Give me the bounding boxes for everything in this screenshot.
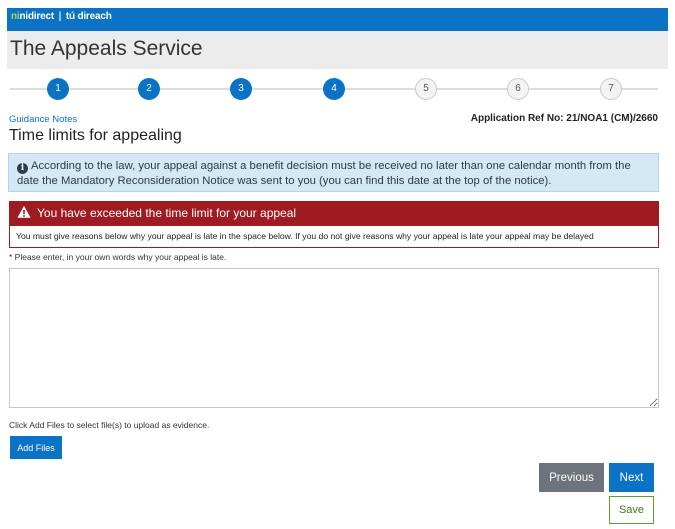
warning-heading: You have exceeded the time limit for you…	[37, 206, 297, 220]
step-5: 5	[415, 78, 437, 100]
site-header-bar: ninidirect | tú direach	[7, 8, 668, 31]
previous-button[interactable]: Previous	[539, 463, 604, 492]
info-text: According to the law, your appeal agains…	[17, 160, 631, 187]
step-6: 6	[507, 78, 529, 100]
warning-header: You have exceeded the time limit for you…	[9, 201, 659, 225]
guidance-notes-link[interactable]: Guidance Notes	[9, 114, 77, 125]
add-files-instructions: Click Add Files to select file(s) to upl…	[9, 420, 210, 430]
step-2[interactable]: 2	[138, 78, 160, 100]
add-files-button[interactable]: Add Files	[10, 436, 62, 459]
reason-field-label: * Please enter, in your own words why yo…	[9, 252, 227, 262]
service-title-bar: The Appeals Service	[7, 31, 668, 69]
info-icon: i	[17, 163, 28, 174]
logo-primary-text: nidirect	[19, 11, 55, 22]
warning-triangle-icon	[17, 205, 31, 218]
late-reason-textarea[interactable]	[9, 268, 659, 408]
step-4[interactable]: 4	[323, 78, 345, 100]
warning-body: You must give reasons below why your app…	[9, 225, 659, 248]
info-box: i According to the law, your appeal again…	[8, 153, 659, 192]
step-3[interactable]: 3	[230, 78, 252, 100]
next-button[interactable]: Next	[609, 463, 654, 492]
service-title: The Appeals Service	[10, 37, 203, 60]
save-button[interactable]: Save	[609, 496, 654, 524]
page-title: Time limits for appealing	[9, 127, 182, 144]
progress-stepper: 1 2 3 4 5 6 7	[10, 77, 658, 101]
step-7: 7	[600, 78, 622, 100]
step-1[interactable]: 1	[47, 78, 69, 100]
application-ref: Application Ref No: 21/NOA1 (CM)/2660	[470, 113, 658, 124]
logo-secondary-text: tú direach	[65, 11, 112, 22]
nidirect-logo[interactable]: ninidirect | tú direach	[11, 11, 112, 22]
